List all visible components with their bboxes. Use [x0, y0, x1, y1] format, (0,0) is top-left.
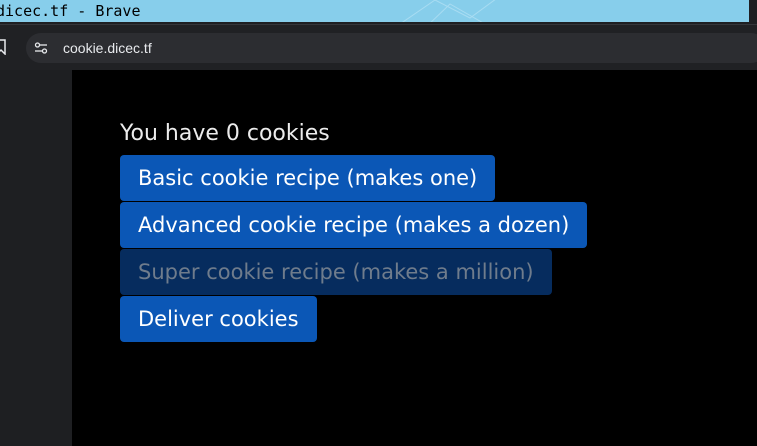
site-settings-icon[interactable] [34, 41, 48, 55]
basic-recipe-button[interactable]: Basic cookie recipe (makes one) [120, 155, 496, 201]
deliver-cookies-button[interactable]: Deliver cookies [120, 296, 317, 342]
address-bar[interactable]: cookie.dicec.tf [26, 33, 757, 63]
window-titlebar: dicec.tf - Brave [0, 0, 757, 24]
browser-sidebar [0, 70, 72, 446]
wallpaper-decoration-icon [402, 0, 496, 22]
browser-toolbar: cookie.dicec.tf [0, 24, 757, 70]
bookmark-icon[interactable] [0, 39, 6, 55]
titlebar-background: dicec.tf - Brave [0, 0, 749, 22]
super-recipe-button[interactable]: Super cookie recipe (makes a million) [120, 249, 552, 295]
page-content: You have 0 cookies Basic cookie recipe (… [72, 70, 757, 446]
advanced-recipe-button[interactable]: Advanced cookie recipe (makes a dozen) [120, 202, 588, 248]
url-text[interactable]: cookie.dicec.tf [63, 40, 152, 56]
window-title: dicec.tf - Brave [0, 2, 141, 20]
cookie-count-text: You have 0 cookies [120, 121, 330, 146]
